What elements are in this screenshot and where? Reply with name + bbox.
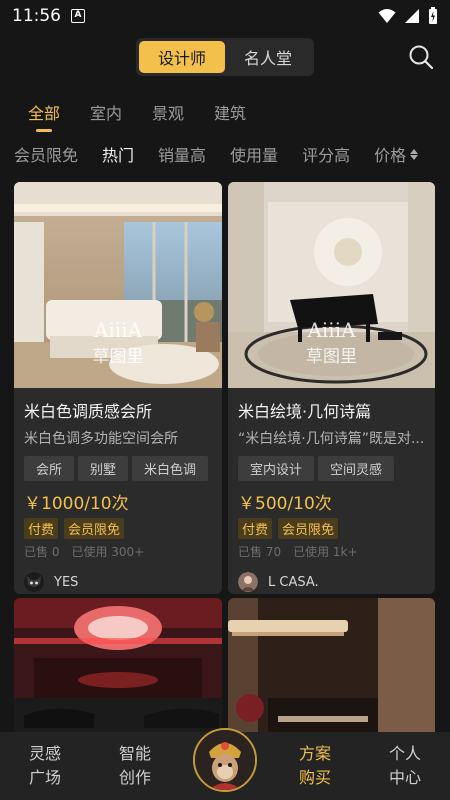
used-count: 已使用 1k+ — [293, 545, 358, 559]
nav-smart-create[interactable]: 智能 创作 — [105, 742, 165, 790]
watermark-text: 草图里 — [306, 347, 357, 367]
monkey-king-avatar-icon — [195, 730, 255, 790]
card-price: ￥500/10次 — [238, 494, 332, 514]
sort-bar: 会员限免 热门 销量高 使用量 评分高 价格 — [0, 138, 450, 170]
center-create-button[interactable] — [193, 728, 257, 792]
tag[interactable]: 会所 — [24, 456, 75, 481]
sort-price-label: 价格 — [374, 146, 407, 165]
design-card[interactable] — [14, 598, 222, 738]
nav-inspiration[interactable]: 灵感 广场 — [15, 742, 75, 790]
nav-plan-purchase[interactable]: 方案 购买 — [285, 742, 345, 790]
tab-designer[interactable]: 设计师 — [139, 41, 225, 73]
card-author[interactable]: L CASA. — [238, 572, 425, 592]
tab-landscape[interactable]: 景观 — [152, 96, 184, 132]
design-card[interactable]: AiiiA 草图里 米白色调质感会所 米白色调多功能空间会所 会所 别墅 米白色… — [14, 182, 222, 594]
card-author[interactable]: YES — [24, 572, 212, 592]
design-card[interactable]: AiiiA 草图里 米白绘境·几何诗篇 “米白绘境·几何诗篇”既是对... 室内… — [228, 182, 435, 594]
member-free-badge: 会员限免 — [278, 518, 339, 539]
card-stats: 已售 0 已使用 300+ — [24, 543, 212, 560]
sold-count: 已售 70 — [238, 545, 282, 559]
card-cover-image — [14, 598, 222, 738]
tag[interactable]: 别墅 — [78, 456, 129, 481]
tab-architecture[interactable]: 建筑 — [214, 96, 246, 132]
nav-profile[interactable]: 个人 中心 — [375, 742, 435, 790]
status-time: 11:56 — [12, 6, 61, 26]
tag[interactable]: 空间灵感 — [318, 456, 395, 481]
tag[interactable]: 米白色调 — [132, 456, 209, 481]
watermark-logo: AiiiA — [307, 318, 356, 342]
card-body: 米白绘境·几何诗篇 “米白绘境·几何诗篇”既是对... 室内设计 空间灵感 ￥5… — [238, 398, 425, 592]
sold-count: 已售 0 — [24, 545, 60, 559]
member-free-badge: 会员限免 — [64, 518, 125, 539]
designer-fame-switch: 设计师 名人堂 — [136, 38, 314, 76]
card-badges: 付费 会员限免 — [238, 518, 425, 539]
cell-signal-icon — [405, 9, 419, 23]
sort-hot[interactable]: 热门 — [102, 142, 134, 166]
sort-arrows-icon — [410, 148, 419, 160]
sort-member-free[interactable]: 会员限免 — [14, 142, 78, 166]
card-body: 米白色调质感会所 米白色调多功能空间会所 会所 别墅 米白色调 ￥1000/10… — [24, 398, 212, 592]
search-icon[interactable] — [408, 44, 434, 70]
category-tabs: 全部 室内 景观 建筑 — [0, 96, 450, 136]
author-name: L CASA. — [268, 574, 319, 590]
card-cover-image — [228, 598, 435, 738]
card-cover-image: AiiiA 草图里 — [14, 182, 222, 388]
card-cover-image: AiiiA 草图里 — [228, 182, 435, 388]
watermark-text: 草图里 — [92, 347, 144, 367]
used-count: 已使用 300+ — [71, 545, 145, 559]
paid-badge: 付费 — [238, 518, 273, 539]
sort-usage[interactable]: 使用量 — [230, 142, 278, 166]
watermark-logo: AiiiA — [93, 318, 143, 342]
avatar — [238, 572, 258, 592]
tag[interactable]: 室内设计 — [238, 456, 315, 481]
top-header: 设计师 名人堂 — [0, 32, 450, 86]
tab-hall-of-fame[interactable]: 名人堂 — [225, 41, 311, 73]
notification-a-icon: A — [71, 9, 85, 23]
wifi-icon — [378, 9, 396, 23]
tab-all[interactable]: 全部 — [28, 96, 60, 132]
tab-interior[interactable]: 室内 — [90, 96, 122, 132]
card-tags: 会所 别墅 米白色调 — [24, 456, 212, 481]
card-description: “米白绘境·几何诗篇”既是对... — [238, 431, 425, 447]
author-name: YES — [54, 574, 79, 590]
sort-price[interactable]: 价格 — [374, 142, 419, 166]
sort-sales[interactable]: 销量高 — [158, 142, 206, 166]
card-description: 米白色调多功能空间会所 — [24, 431, 178, 447]
paid-badge: 付费 — [24, 518, 59, 539]
card-title: 米白绘境·几何诗篇 — [238, 402, 372, 421]
card-stats: 已售 70 已使用 1k+ — [238, 543, 425, 560]
design-card[interactable] — [228, 598, 435, 738]
battery-icon — [429, 7, 437, 24]
card-title: 米白色调质感会所 — [24, 402, 153, 421]
status-bar: 11:56 A — [0, 0, 450, 32]
card-price: ￥1000/10次 — [24, 494, 129, 514]
card-tags: 室内设计 空间灵感 — [238, 456, 425, 481]
sort-rating[interactable]: 评分高 — [302, 142, 350, 166]
card-badges: 付费 会员限免 — [24, 518, 212, 539]
avatar — [24, 572, 44, 592]
